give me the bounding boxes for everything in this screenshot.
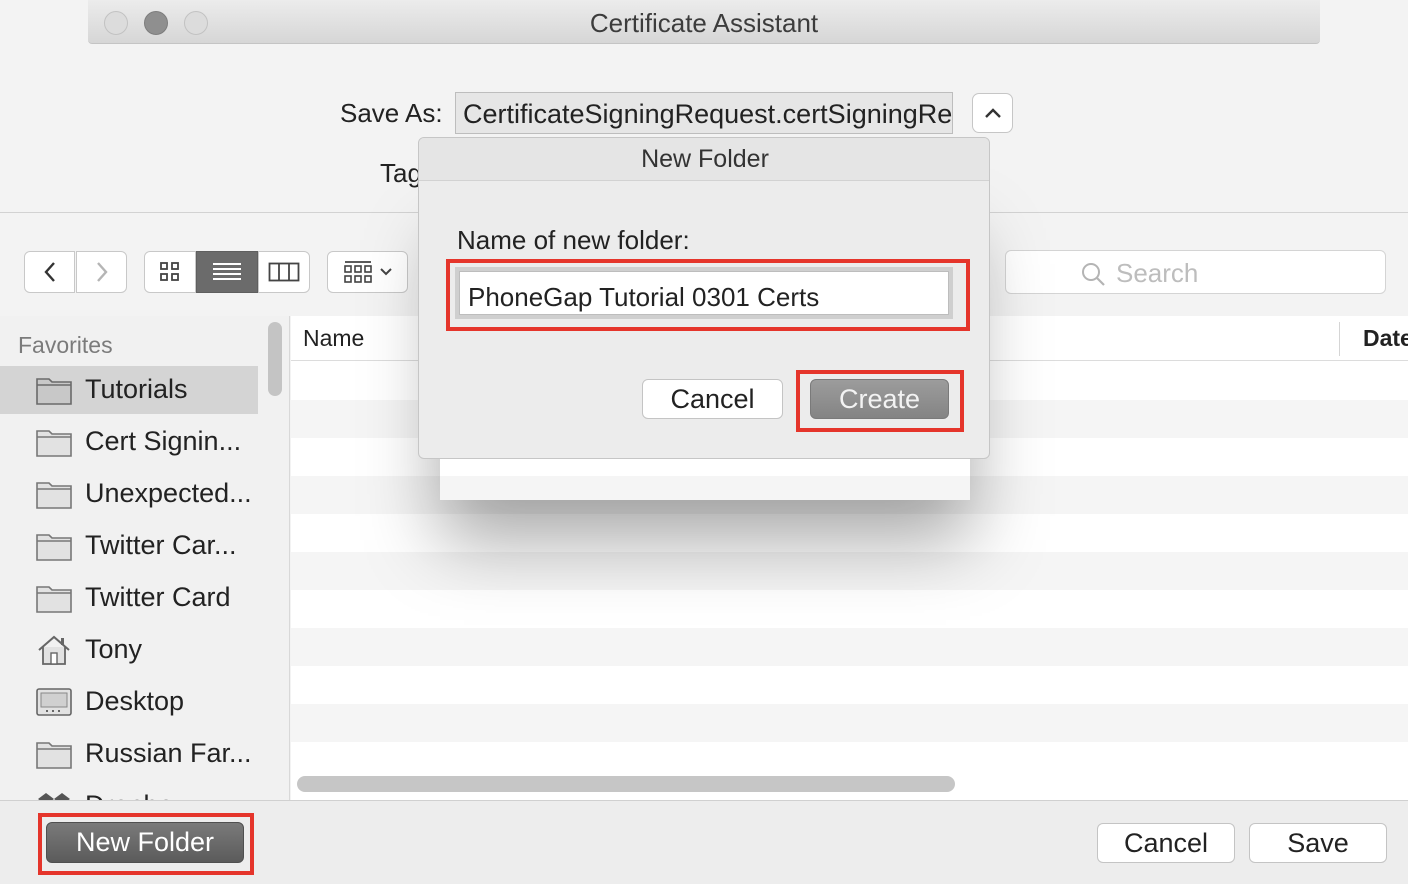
arrange-grid-icon [343,261,372,283]
save-button[interactable]: Save [1249,823,1387,863]
dialog-title: New Folder [419,138,989,181]
table-row[interactable] [291,742,1408,780]
folder-icon [36,482,72,509]
back-button[interactable] [24,251,75,293]
sidebar-heading-favorites: Favorites [18,332,113,358]
arrange-menu-button[interactable] [327,251,408,293]
window-title: Certificate Assistant [589,8,819,38]
sidebar-item-label: Dropbox [85,790,187,800]
list-view-button[interactable] [196,251,258,293]
sidebar-item-label: Twitter Car... [85,530,237,560]
save-as-input[interactable]: CertificateSigningRequest.certSigningReq… [455,92,953,134]
table-row[interactable] [291,590,1408,628]
chevron-left-icon [43,262,55,282]
table-row[interactable] [291,514,1408,552]
sidebar-item-desktop[interactable]: Desktop [0,678,258,726]
folder-icon [36,534,72,561]
sidebar-item-label: Desktop [85,686,185,716]
sidebar-item-label: Tony [85,634,143,664]
sidebar: Favorites Tutorials Cert Signin... Unexp… [0,316,290,800]
sidebar-item-label: Tutorials [85,374,188,404]
sidebar-scrollbar[interactable] [268,322,282,396]
column-view-button[interactable] [258,251,310,293]
dialog-prompt: Name of new folder: [457,225,690,255]
desktop-icon [36,688,72,716]
table-row[interactable] [291,704,1408,742]
forward-button[interactable] [76,251,127,293]
sidebar-item-label: Russian Far... [85,738,252,768]
sidebar-item-twitter-card[interactable]: Twitter Card [0,574,258,622]
new-folder-button[interactable]: New Folder [46,822,244,863]
sidebar-item-label: Unexpected... [85,478,252,508]
folder-name-input[interactable]: PhoneGap Tutorial 0301 Certs [459,271,949,315]
icon-view-button[interactable] [144,251,196,293]
chevron-down-icon [379,268,392,276]
dropbox-icon [38,793,70,800]
columns-icon [268,262,300,282]
save-as-label: Save As: [340,98,443,128]
chevron-right-icon [96,262,108,282]
sidebar-item-tony[interactable]: Tony [0,626,258,674]
folder-icon [36,430,72,457]
folder-icon [36,378,72,405]
new-folder-dialog: New Folder Name of new folder: PhoneGap … [418,137,990,459]
column-divider[interactable] [1339,322,1340,356]
create-button[interactable]: Create [810,379,949,419]
column-header-name[interactable]: Name [303,325,364,352]
cancel-button[interactable]: Cancel [1097,823,1235,863]
sidebar-item-twitter-car[interactable]: Twitter Car... [0,522,258,570]
search-icon [1082,263,1105,286]
expand-dialog-button[interactable] [972,93,1013,133]
home-icon [38,635,70,665]
folder-icon [36,586,72,613]
table-row[interactable] [291,552,1408,590]
chevron-up-icon [984,108,1001,118]
sidebar-item-label: Twitter Card [85,582,231,612]
folder-icon [36,742,72,769]
sidebar-item-cert-signing[interactable]: Cert Signin... [0,418,258,466]
table-row[interactable] [291,628,1408,666]
title-bar: Certificate Assistant [88,0,1320,44]
grid-icon [160,262,179,281]
sidebar-item-unexpected[interactable]: Unexpected... [0,470,258,518]
sidebar-item-dropbox[interactable]: Dropbox [0,782,258,800]
sidebar-item-tutorials[interactable]: Tutorials [0,366,258,414]
dialog-cancel-button[interactable]: Cancel [642,379,783,419]
sidebar-item-russian-far[interactable]: Russian Far... [0,730,258,778]
search-placeholder: Search [1116,258,1199,288]
table-row[interactable] [291,666,1408,704]
column-header-date[interactable]: Date Modified [1363,325,1408,352]
list-icon [213,263,241,280]
sidebar-item-label: Cert Signin... [85,426,242,456]
horizontal-scrollbar[interactable] [297,776,955,792]
